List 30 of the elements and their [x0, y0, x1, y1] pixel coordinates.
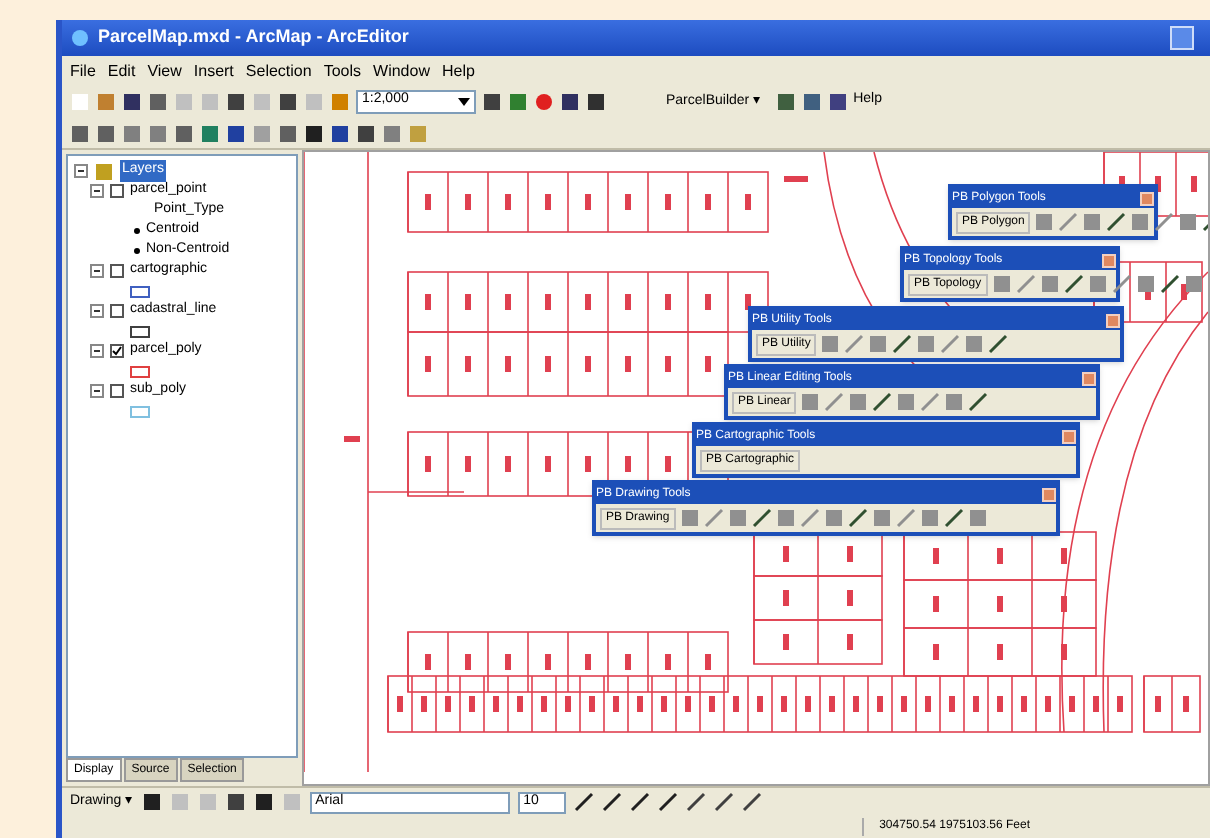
app-icon[interactable]	[70, 28, 90, 48]
close-icon[interactable]	[1140, 191, 1154, 205]
menu-item[interactable]: Tools	[323, 59, 362, 83]
collapse-icon[interactable]	[90, 304, 104, 318]
collapse-icon[interactable]	[90, 264, 104, 278]
layer-checkbox[interactable]	[110, 384, 124, 398]
collapse-icon[interactable]	[74, 164, 88, 178]
layer-checkbox[interactable]	[110, 264, 124, 278]
collapse-icon[interactable]	[90, 184, 104, 198]
window-title: ParcelMap.mxd - ArcMap - ArcEditor	[98, 24, 409, 51]
close-icon[interactable]	[1102, 253, 1116, 267]
menu-item[interactable]: Insert	[193, 59, 234, 83]
menu-item[interactable]: Edit	[107, 59, 136, 83]
collapse-icon[interactable]	[90, 384, 104, 398]
layer-checkbox[interactable]	[110, 344, 124, 358]
point-symbol-icon	[134, 248, 140, 254]
menu-item[interactable]: Window	[373, 59, 430, 83]
point-symbol-icon	[134, 228, 140, 234]
close-icon[interactable]	[1042, 487, 1056, 501]
close-icon[interactable]	[1062, 429, 1076, 443]
menu-item[interactable]: File	[70, 59, 96, 83]
collapse-icon[interactable]	[90, 344, 104, 358]
close-icon[interactable]	[1082, 371, 1096, 385]
layer-checkbox[interactable]	[110, 184, 124, 198]
menu-item[interactable]: Selection	[245, 59, 312, 83]
menu-item[interactable]: View	[147, 59, 182, 83]
layer-checkbox[interactable]	[110, 304, 124, 318]
close-icon[interactable]	[1106, 313, 1120, 327]
menu-item[interactable]: Help	[441, 59, 475, 83]
dropdown-icon[interactable]	[458, 97, 470, 105]
